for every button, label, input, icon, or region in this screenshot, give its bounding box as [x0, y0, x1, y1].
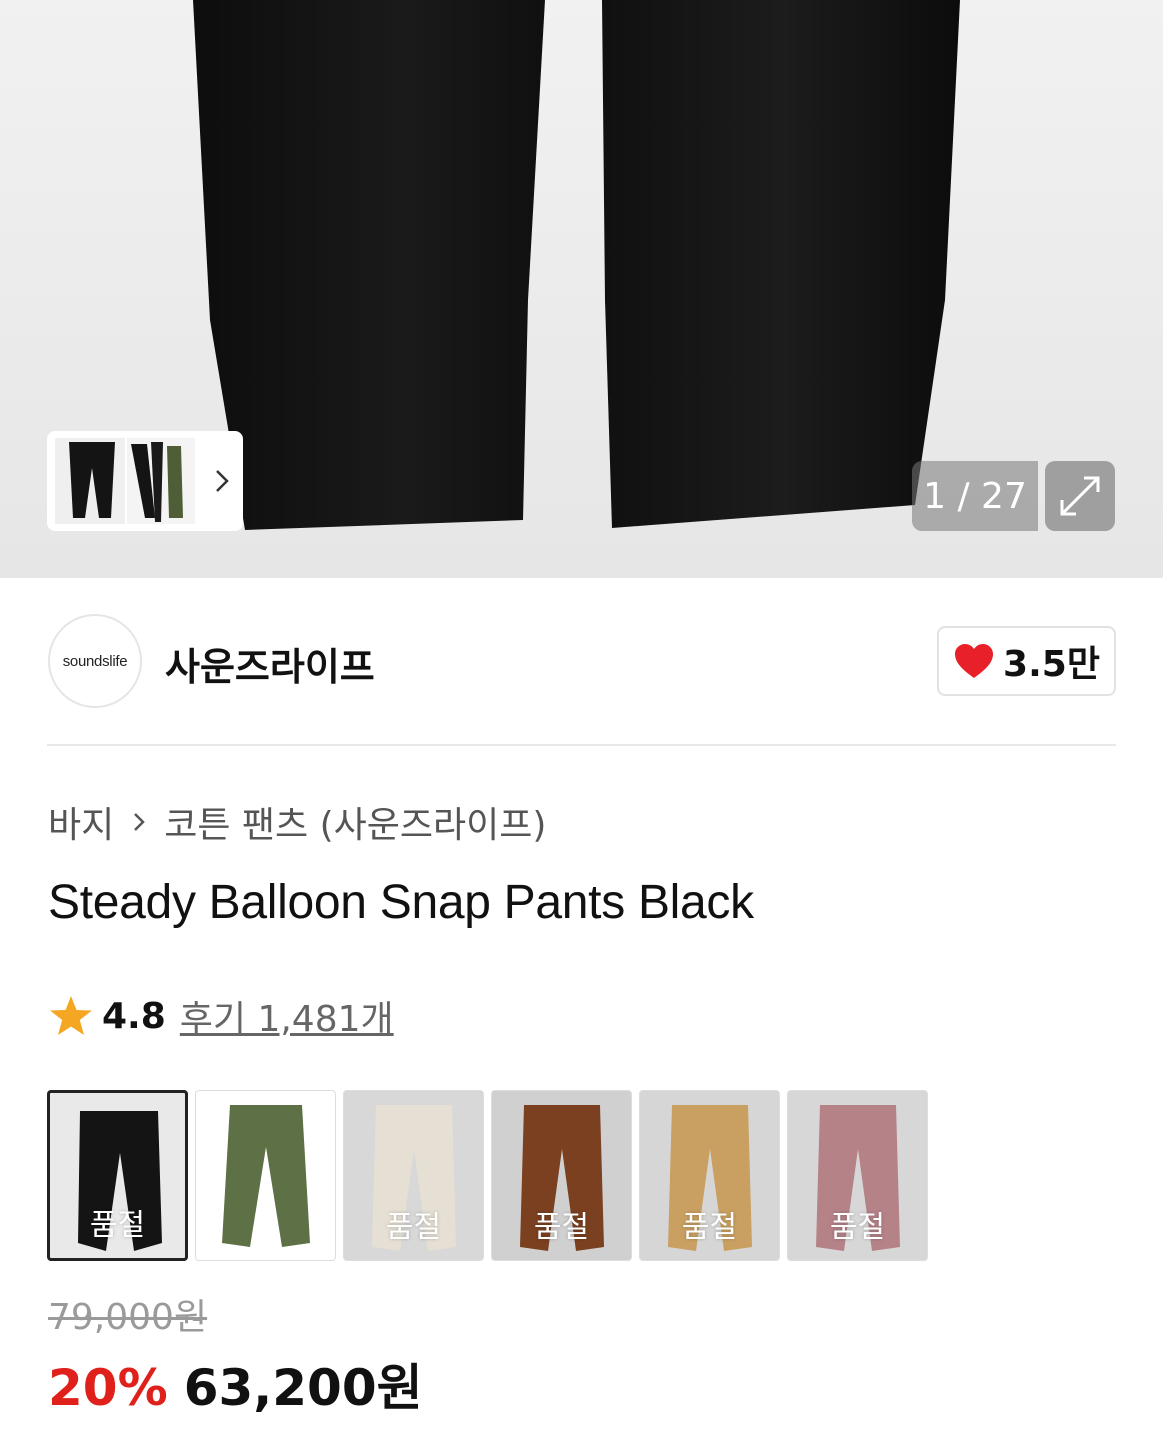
- reviews-link[interactable]: 후기 1,481개: [180, 990, 394, 1042]
- pants-thumbnail: [222, 1105, 310, 1247]
- sold-out-label: 품절: [681, 1210, 738, 1245]
- original-price: 79,000원: [48, 1297, 208, 1338]
- breadcrumb-category[interactable]: 바지: [48, 796, 114, 848]
- color-option-beige[interactable]: 품절: [639, 1090, 780, 1261]
- price-row: 20% 63,200원: [48, 1348, 423, 1420]
- breadcrumb: 바지 코튼 팬츠 (사운즈라이프): [48, 796, 546, 848]
- breadcrumb-subcategory[interactable]: 코튼 팬츠 (사운즈라이프): [164, 796, 546, 848]
- sold-out-label: 품절: [533, 1210, 590, 1245]
- discount-rate: 20%: [48, 1359, 168, 1417]
- heart-icon: [955, 644, 994, 678]
- brand-logo[interactable]: soundslife: [48, 614, 142, 708]
- expand-icon: [1060, 476, 1100, 516]
- star-icon: [50, 996, 92, 1035]
- chevron-right-icon: [134, 813, 146, 831]
- brand-logo-text: soundslife: [62, 652, 128, 670]
- color-option-black[interactable]: 품절: [47, 1090, 188, 1261]
- color-option-pink[interactable]: 품절: [787, 1090, 928, 1261]
- sale-price: 63,200원: [183, 1359, 423, 1417]
- color-option-olive[interactable]: [195, 1090, 336, 1261]
- product-title: Steady Balloon Snap Pants Black: [48, 876, 754, 929]
- divider: [47, 744, 1116, 746]
- sold-out-label: 품절: [385, 1210, 442, 1245]
- color-option-brown[interactable]: 품절: [491, 1090, 632, 1261]
- image-counter: 1 / 27: [912, 461, 1038, 531]
- like-count: 3.5만: [1003, 644, 1100, 685]
- sold-out-label: 품절: [89, 1208, 146, 1243]
- product-image-gallery[interactable]: 1 / 27: [0, 0, 1163, 578]
- brand-name[interactable]: 사운즈라이프: [165, 636, 375, 691]
- thumbnail-images: [55, 438, 195, 524]
- rating-score: 4.8: [102, 995, 166, 1037]
- sold-out-label: 품절: [829, 1210, 886, 1245]
- expand-button[interactable]: [1045, 461, 1115, 531]
- color-option-ivory[interactable]: 품절: [343, 1090, 484, 1261]
- like-button[interactable]: 3.5만: [937, 626, 1116, 696]
- chevron-right-icon[interactable]: [211, 467, 233, 495]
- color-options: 품절 품절 품절 품절 품절: [47, 1090, 928, 1261]
- thumbnail-strip[interactable]: [47, 431, 243, 531]
- rating-summary: 4.8 후기 1,481개: [48, 990, 394, 1042]
